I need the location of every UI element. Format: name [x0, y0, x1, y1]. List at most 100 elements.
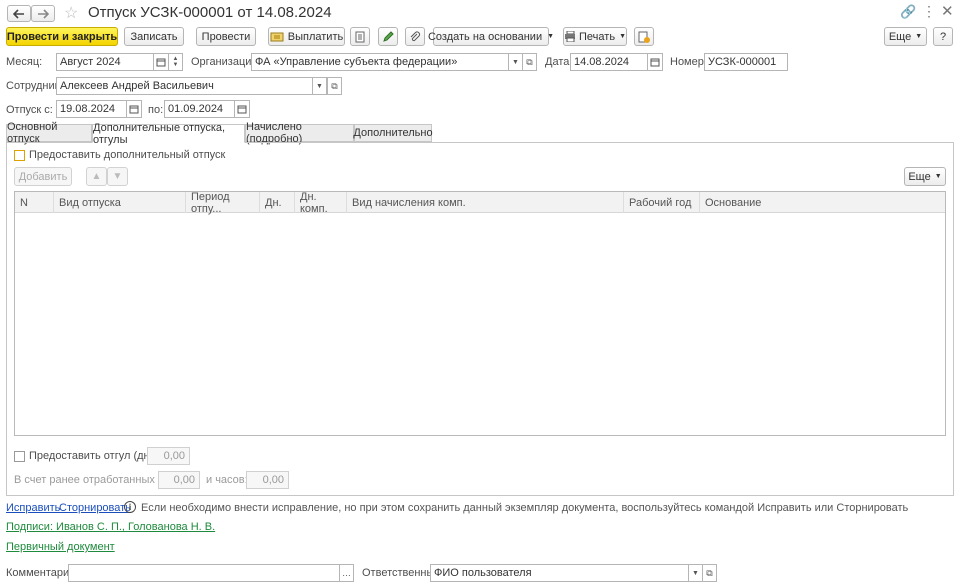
employee-open-button[interactable]: ⧉ [327, 77, 342, 95]
comment-expand-button[interactable]: … [339, 564, 354, 582]
more-vert-icon[interactable]: ⋮ [922, 3, 936, 20]
document-list-icon [355, 31, 365, 42]
open-icon: ⧉ [331, 80, 338, 91]
vacation-from-field[interactable]: 19.08.2024 [56, 100, 127, 118]
vacation-from-calendar[interactable] [126, 100, 142, 118]
more-label: Еще [888, 30, 912, 43]
create-based-button[interactable]: Создать на основании ▼ [428, 27, 554, 46]
table-more-button[interactable]: Еще ▼ [904, 167, 946, 186]
move-down-button[interactable]: ▼ [107, 167, 128, 186]
back-button[interactable] [7, 5, 31, 22]
add-button[interactable]: Добавить [14, 167, 72, 186]
pay-button[interactable]: Выплатить [268, 27, 345, 46]
storno-link[interactable]: Сторнировать [59, 502, 131, 514]
chevron-down-icon: ▼ [316, 82, 323, 90]
month-label: Месяц: [6, 56, 43, 68]
save-button[interactable]: Записать [124, 27, 184, 46]
col-comp-days[interactable]: Дн. комп. [295, 191, 347, 215]
hours-label: и часов: [206, 474, 248, 486]
comment-field[interactable] [68, 564, 340, 582]
table-more-label: Еще [908, 170, 931, 183]
col-vacation-type[interactable]: Вид отпуска [54, 192, 186, 213]
more-button[interactable]: Еще ▼ [884, 27, 927, 46]
primary-document-link[interactable]: Первичный документ [6, 541, 115, 553]
arrow-down-icon: ▼ [112, 171, 123, 182]
provide-additional-checkbox[interactable] [14, 150, 25, 161]
print-button[interactable]: Печать ▼ [563, 27, 627, 46]
vacation-to-label: по: [148, 104, 164, 116]
organization-field[interactable]: ФА «Управление субъекта федерации» [251, 53, 509, 71]
post-button[interactable]: Провести [196, 27, 256, 46]
open-icon: ⧉ [706, 567, 713, 578]
responsible-open-button[interactable]: ⧉ [702, 564, 717, 582]
favorite-star-icon[interactable]: ☆ [64, 3, 78, 23]
date-calendar-button[interactable] [647, 53, 663, 71]
organization-label: Организация: [191, 56, 261, 68]
col-basis[interactable]: Основание [700, 192, 945, 213]
responsible-field[interactable]: ФИО пользователя [430, 564, 689, 582]
vacation-to-field[interactable]: 01.09.2024 [164, 100, 235, 118]
forward-button[interactable] [31, 5, 55, 22]
vacation-from-label: Отпуск с: [6, 104, 53, 116]
help-button[interactable]: ? [933, 27, 953, 46]
post-and-close-button[interactable]: Провести и закрыть [6, 27, 118, 46]
close-icon[interactable]: ✕ [941, 2, 954, 20]
info-text: Если необходимо внести исправление, но п… [141, 502, 909, 514]
col-comp-accrual-type[interactable]: Вид начисления комп. [347, 192, 624, 213]
structure-button[interactable] [350, 27, 370, 46]
col-days[interactable]: Дн. [260, 192, 295, 213]
chevron-down-icon: ▼ [512, 58, 519, 66]
attach-button[interactable] [405, 27, 425, 46]
col-working-year[interactable]: Рабочий год [624, 192, 700, 213]
printer-icon [565, 31, 576, 42]
worked-days-field[interactable]: 0,00 [158, 471, 200, 489]
edit-button[interactable] [378, 27, 398, 46]
provide-dayoff-label: Предоставить отгул (дней) [29, 450, 166, 462]
responsible-dropdown[interactable]: ▼ [688, 564, 703, 582]
employee-dropdown[interactable]: ▼ [312, 77, 327, 95]
chevron-down-icon: ▼ [547, 33, 555, 40]
chevron-down-icon: ▼ [619, 33, 626, 40]
tab-accrued-detailed[interactable]: Начислено (подробно) [245, 121, 354, 145]
tab-additional-vacations[interactable]: Дополнительные отпуска, отгулы [92, 122, 245, 146]
paperclip-icon [410, 31, 420, 41]
date-field[interactable]: 14.08.2024 [570, 53, 648, 71]
vacation-to-calendar[interactable] [234, 100, 250, 118]
tab-main-vacation[interactable]: Основной отпуск [6, 121, 92, 145]
fix-link[interactable]: Исправить [6, 502, 60, 514]
employee-field[interactable]: Алексеев Андрей Васильевич [56, 77, 313, 95]
tab-panel-top-line [245, 142, 954, 143]
chevron-down-icon: ▼ [934, 173, 942, 180]
date-label: Дата: [545, 56, 573, 68]
link-icon[interactable]: 🔗 [900, 4, 916, 20]
provide-additional-label: Предоставить дополнительный отпуск [29, 149, 226, 161]
month-field[interactable]: Август 2024 [56, 53, 154, 71]
month-stepper[interactable]: ▲ ▼ [168, 53, 183, 71]
report-icon [638, 31, 650, 43]
info-icon: i [124, 501, 136, 513]
tab-additional[interactable]: Дополнительно [353, 124, 433, 142]
number-label: Номер: [670, 56, 707, 68]
calendar-button[interactable] [153, 53, 169, 71]
calendar-icon [156, 58, 166, 67]
hours-field[interactable]: 0,00 [246, 471, 289, 489]
chevron-down-icon: ▼ [692, 569, 699, 577]
employee-label: Сотрудник: [6, 80, 63, 92]
arrow-right-icon [38, 8, 49, 19]
arrow-up-icon: ▲ [91, 171, 102, 182]
dayoff-days-field[interactable]: 0,00 [147, 447, 190, 465]
number-field[interactable]: УСЗК-000001 [704, 53, 788, 71]
col-vacation-period[interactable]: Период отпу... [186, 191, 260, 215]
provide-dayoff-checkbox[interactable] [14, 451, 25, 462]
print-label: Печать [579, 30, 616, 43]
col-n[interactable]: N [15, 192, 54, 213]
report-button[interactable] [634, 27, 654, 46]
organization-dropdown[interactable]: ▼ [508, 53, 523, 71]
chevron-down-icon: ▼ [915, 33, 923, 40]
calendar-icon [237, 105, 247, 114]
organization-open-button[interactable]: ⧉ [522, 53, 537, 71]
signatures-link[interactable]: Подписи: Иванов С. П., Голованова Н. В. [6, 521, 215, 533]
additional-vacations-table[interactable] [14, 191, 946, 436]
move-up-button[interactable]: ▲ [86, 167, 107, 186]
arrow-left-icon [13, 8, 24, 19]
